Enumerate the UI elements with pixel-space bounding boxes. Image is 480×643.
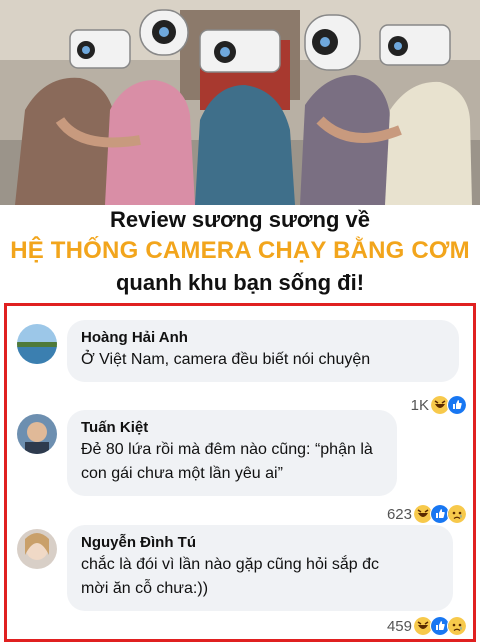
reaction-summary[interactable]: 459 — [387, 615, 467, 637]
comment: Tuấn Kiệt Đẻ 80 lứa rồi mà đêm nào cũng:… — [7, 406, 473, 524]
sad-icon — [447, 616, 467, 636]
avatar[interactable] — [17, 324, 57, 364]
comment-text-line: mời ăn cỗ chưa:)) — [81, 580, 209, 597]
meme-photo — [0, 0, 480, 205]
comment-text-line: Đẻ 80 lứa rồi mà đêm nào cũng: “phận là — [81, 441, 373, 458]
caption-line-1: Review sương sương về — [110, 207, 370, 232]
comments-panel: Hoàng Hải Anh Ở Việt Nam, camera đều biế… — [4, 303, 476, 642]
avatar[interactable] — [17, 414, 57, 454]
comment: Hoàng Hải Anh Ở Việt Nam, camera đều biế… — [7, 316, 473, 416]
comment-bubble: Nguyễn Đình Tú chắc là đói vì lần nào gặ… — [67, 525, 453, 611]
commenter-name[interactable]: Tuấn Kiệt — [81, 418, 383, 438]
reaction-count: 623 — [386, 505, 412, 523]
commenter-name[interactable]: Hoàng Hải Anh — [81, 328, 445, 348]
comment-text-line: con gái chưa một lần yêu ai” — [81, 465, 283, 482]
comment-bubble: Hoàng Hải Anh Ở Việt Nam, camera đều biế… — [67, 320, 459, 382]
caption-line-3: quanh khu bạn sống đi! — [115, 270, 365, 295]
comment-text: Ở Việt Nam, camera đều biết nói chuyện — [81, 351, 371, 368]
commenter-name[interactable]: Nguyễn Đình Tú — [81, 533, 439, 553]
reaction-count: 459 — [386, 617, 412, 635]
avatar[interactable] — [17, 529, 57, 569]
comment-text-line: chắc là đói vì lần nào gặp cũng hỏi sắp … — [81, 556, 379, 573]
comment: Nguyễn Đình Tú chắc là đói vì lần nào gặ… — [7, 521, 473, 636]
caption-highlight: HỆ THỐNG CAMERA CHẠY BẰNG CƠM — [10, 237, 470, 264]
comment-bubble: Tuấn Kiệt Đẻ 80 lứa rồi mà đêm nào cũng:… — [67, 410, 397, 496]
meme-caption: Review sương sương về HỆ THỐNG CAMERA CH… — [0, 203, 480, 303]
